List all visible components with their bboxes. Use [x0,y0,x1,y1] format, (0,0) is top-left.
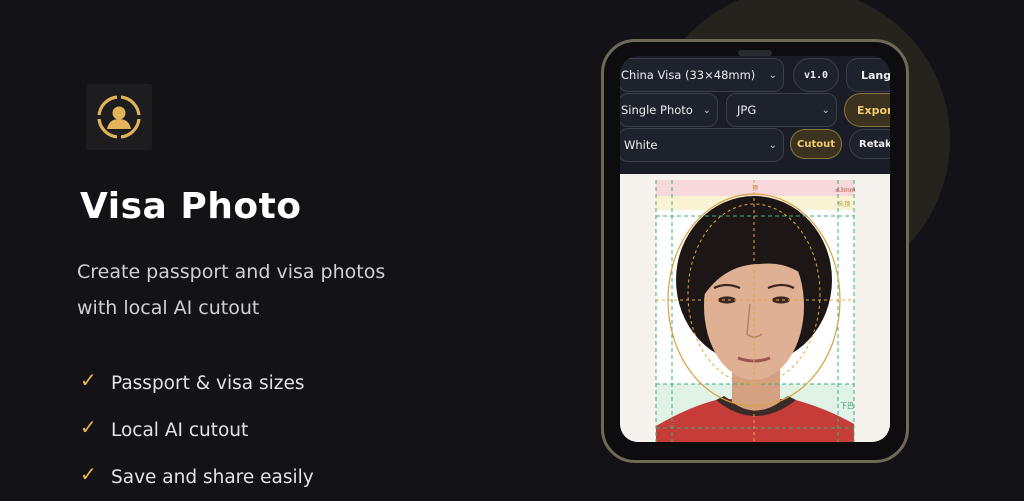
subtitle-line: Create passport and visa photos [77,261,386,283]
phone-screen: China Visa (33×48mm) ⌄ v1.0 Lang Single … [620,56,890,442]
retake-button[interactable]: Retake [849,129,890,159]
lang-button[interactable]: Lang [846,58,890,92]
feature-label: Save and share easily [111,467,314,488]
chevron-down-icon: ⌄ [768,69,777,81]
guide-label-top: 顶 [752,185,758,192]
checkmark-icon: ✓ [80,367,97,392]
photo-preview: 顶 ≤3mm 头顶 下巴 [620,174,890,442]
chevron-down-icon: ⌄ [768,139,777,151]
guide-label-chin: 下巴 [840,402,854,410]
feature-label: Passport & visa sizes [111,373,305,394]
app-title: Visa Photo [80,186,302,227]
feature-label: Local AI cutout [111,420,249,441]
background-select-value: White [624,138,658,152]
eye-left [718,296,736,304]
format-select-value: JPG [737,103,757,117]
size-select[interactable]: China Visa (33×48mm) ⌄ [620,58,784,92]
app-logo-icon [86,84,152,150]
subtitle-line: with local AI cutout [77,297,260,319]
layout-select-value: Single Photo [621,103,693,117]
feature-item: ✓ Local AI cutout [80,407,314,454]
layout-select[interactable]: Single Photo ⌄ [620,93,718,127]
cutout-button[interactable]: Cutout [790,129,842,159]
feature-item: ✓ Save and share easily [80,454,314,501]
background-color-select[interactable]: White ⌄ [620,128,784,162]
feature-item: ✓ Passport & visa sizes [80,360,314,407]
format-select[interactable]: JPG ⌄ [726,93,837,127]
chevron-down-icon: ⌄ [821,104,830,116]
chevron-down-icon: ⌄ [702,104,711,116]
size-select-value: China Visa (33×48mm) [621,68,756,82]
checkmark-icon: ✓ [80,414,97,439]
app-subtitle: Create passport and visa photos with loc… [77,254,407,326]
guide-label-crown: ≤3mm [835,187,856,194]
photo-preview-canvas: 顶 ≤3mm 头顶 下巴 [655,180,856,442]
eye-right [772,296,790,304]
version-badge: v1.0 [793,58,839,92]
feature-list: ✓ Passport & visa sizes ✓ Local AI cutou… [80,360,314,501]
guide-label-head: 头顶 [838,200,850,208]
export-button[interactable]: Export [844,93,890,127]
checkmark-icon: ✓ [80,461,97,486]
